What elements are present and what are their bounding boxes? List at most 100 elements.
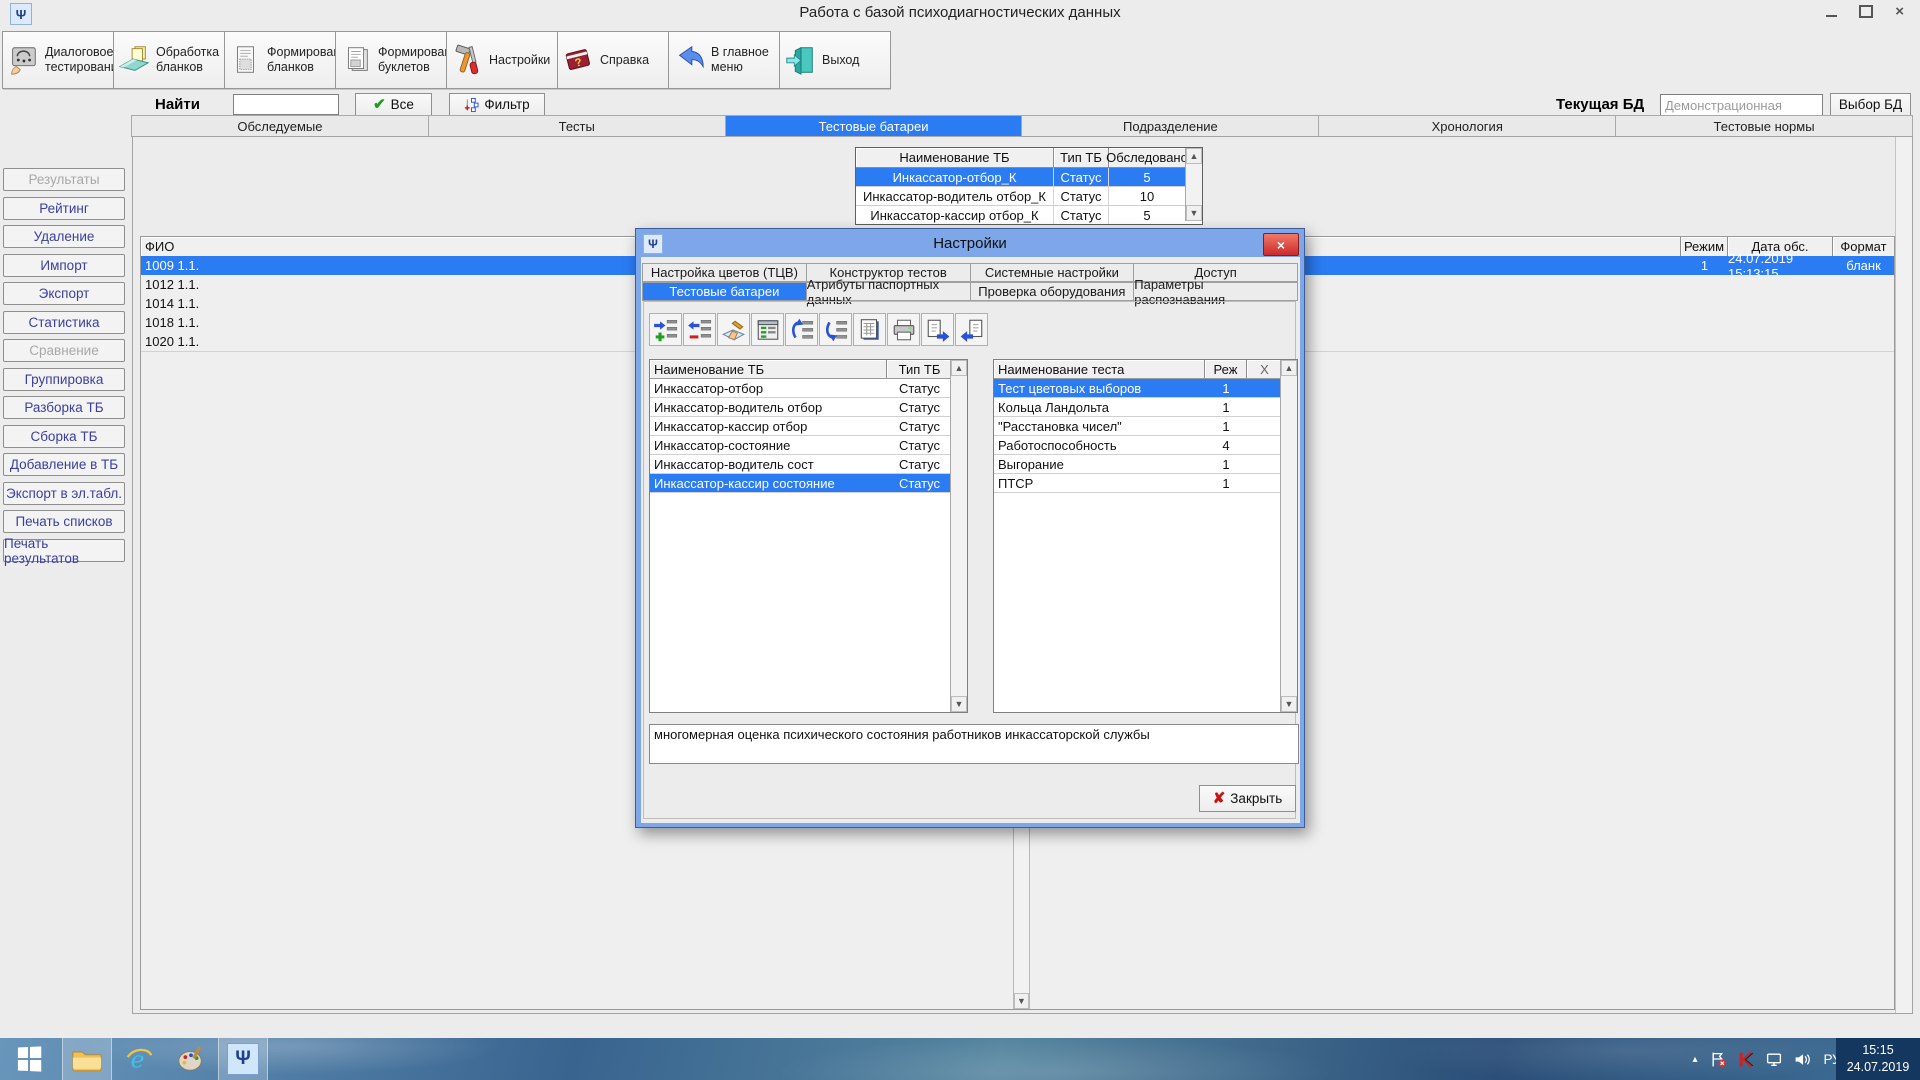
tab-test-batteries-settings[interactable]: Тестовые батареи: [642, 282, 807, 301]
tab-recognition-params[interactable]: Параметры распознавания: [1133, 282, 1298, 301]
batteries-list-scrollbar[interactable]: ▲ ▼: [950, 360, 967, 712]
list-item[interactable]: Инкассатор-состояниеСтатус: [650, 436, 967, 455]
list-item[interactable]: Инкассатор-водитель отборСтатус: [650, 398, 967, 417]
scroll-down-icon[interactable]: ▼: [1014, 993, 1029, 1009]
sidebar-item-export-spreadsheet[interactable]: Экспорт в эл.табл.: [3, 482, 125, 505]
help-button[interactable]: ? Справка: [557, 31, 669, 89]
sidebar-item-grouping[interactable]: Группировка: [3, 368, 125, 391]
list-item[interactable]: Тест цветовых выборов1: [994, 379, 1297, 398]
import-battery-button[interactable]: [955, 313, 988, 346]
close-settings-button[interactable]: ✘ Закрыть: [1199, 785, 1296, 812]
tab-chronology[interactable]: Хронология: [1318, 115, 1616, 137]
close-icon[interactable]: ×: [1895, 4, 1904, 19]
sidebar-item-import[interactable]: Импорт: [3, 254, 125, 277]
scroll-down-icon[interactable]: ▼: [951, 696, 967, 712]
move-up-button[interactable]: [785, 313, 818, 346]
tab-passport-attributes[interactable]: Атрибуты паспортных данных: [806, 282, 971, 301]
system-tray: ▴ РУС: [1686, 1038, 1858, 1080]
settings-dialog-title: Настройки: [933, 235, 1007, 252]
volume-icon[interactable]: [1788, 1051, 1816, 1068]
tab-tests[interactable]: Тесты: [428, 115, 726, 137]
sidebar-item-statistics[interactable]: Статистика: [3, 311, 125, 334]
exit-button[interactable]: Выход: [779, 31, 891, 89]
kaspersky-icon[interactable]: [1732, 1051, 1760, 1068]
edit-battery-button[interactable]: [717, 313, 750, 346]
sidebar-item-print-lists[interactable]: Печать списков: [3, 510, 125, 533]
tab-department[interactable]: Подразделение: [1021, 115, 1319, 137]
battery-summary-scrollbar[interactable]: ▲ ▼: [1185, 148, 1202, 221]
filter-button[interactable]: Фильтр: [449, 93, 545, 116]
taskbar-psychodiagnostics-app[interactable]: Ψ: [218, 1038, 268, 1080]
find-input[interactable]: [233, 94, 339, 115]
settings-dialog-titlebar[interactable]: Ψ Настройки ×: [636, 229, 1304, 257]
list-item[interactable]: Выгорание1: [994, 455, 1297, 474]
show-all-button[interactable]: ✔ Все: [355, 93, 432, 116]
tab-system-settings[interactable]: Системные настройки: [970, 263, 1135, 282]
list-item[interactable]: Инкассатор-водитель состСтатус: [650, 455, 967, 474]
battery-description: многомерная оценка психического состояни…: [649, 724, 1299, 764]
add-test-button[interactable]: [649, 313, 682, 346]
report-button[interactable]: [853, 313, 886, 346]
move-down-button[interactable]: [819, 313, 852, 346]
action-center-flag-icon[interactable]: [1704, 1051, 1732, 1068]
list-item[interactable]: Инкассатор-кассир отборСтатус: [650, 417, 967, 436]
sidebar-item-rating[interactable]: Рейтинг: [3, 197, 125, 220]
list-item[interactable]: Инкассатор-кассир состояниеСтатус: [650, 474, 967, 493]
settings-button[interactable]: Настройки: [446, 31, 558, 89]
sidebar-item-delete[interactable]: Удаление: [3, 225, 125, 248]
print-button[interactable]: [887, 313, 920, 346]
scroll-down-icon[interactable]: ▼: [1186, 205, 1202, 221]
export-battery-button[interactable]: [921, 313, 954, 346]
start-button[interactable]: [4, 1038, 54, 1080]
form-booklets-button[interactable]: Формирование буклетов: [335, 31, 447, 89]
tab-subjects[interactable]: Обследуемые: [131, 115, 429, 137]
table-row[interactable]: Инкассатор-кассир отбор_К Статус 5: [856, 206, 1185, 224]
battery-summary-table: Наименование ТБ Тип ТБ Обследовано Инкас…: [855, 147, 1203, 225]
remove-test-button[interactable]: [683, 313, 716, 346]
list-item[interactable]: Кольца Ландольта1: [994, 398, 1297, 417]
list-item[interactable]: "Расстановка чисел"1: [994, 417, 1297, 436]
sidebar-item-export[interactable]: Экспорт: [3, 282, 125, 305]
taskbar-internet-explorer[interactable]: e: [114, 1038, 164, 1080]
battery-toolbar: [649, 313, 989, 346]
table-row[interactable]: Инкассатор-отбор_К Статус 5: [856, 168, 1185, 187]
scroll-down-icon[interactable]: ▼: [1281, 696, 1297, 712]
window-titlebar[interactable]: Ψ Работа с базой психодиагностических да…: [0, 0, 1920, 26]
tab-test-batteries[interactable]: Тестовые батареи: [725, 115, 1023, 137]
form-blanks-button[interactable]: Формирование бланков: [224, 31, 336, 89]
maximize-icon[interactable]: [1859, 5, 1873, 18]
sidebar-item-results: Результаты: [3, 168, 125, 191]
battery-properties-button[interactable]: [751, 313, 784, 346]
list-item[interactable]: Инкассатор-отборСтатус: [650, 379, 967, 398]
choose-db-label: Выбор БД: [1839, 97, 1902, 112]
scroll-up-icon[interactable]: ▲: [951, 360, 967, 376]
choose-db-button[interactable]: Выбор БД: [1830, 93, 1911, 116]
sidebar-item-assemble-tb[interactable]: Сборка ТБ: [3, 425, 125, 448]
taskbar-clock[interactable]: 15:15 24.07.2019: [1836, 1038, 1920, 1080]
current-db-input[interactable]: [1660, 94, 1823, 116]
tab-equipment-check[interactable]: Проверка оборудования: [970, 282, 1135, 301]
table-row[interactable]: Инкассатор-водитель отбор_К Статус 10: [856, 187, 1185, 206]
sidebar-item-print-results[interactable]: Печать результатов: [3, 539, 125, 562]
list-item[interactable]: Работоспособность4: [994, 436, 1297, 455]
scroll-up-icon[interactable]: ▲: [1281, 360, 1297, 376]
main-menu-button[interactable]: В главное меню: [668, 31, 780, 89]
taskbar-file-explorer[interactable]: [62, 1038, 112, 1080]
hidden-icons-arrow[interactable]: ▴: [1686, 1054, 1704, 1065]
process-blanks-button[interactable]: Обработка бланков: [113, 31, 225, 89]
tab-test-norms[interactable]: Тестовые нормы: [1615, 115, 1913, 137]
dialog-testing-button[interactable]: Диалоговое тестирование: [2, 31, 114, 89]
dialog-close-button[interactable]: ×: [1263, 233, 1299, 256]
show-all-label: Все: [391, 97, 414, 112]
content-scrollbar[interactable]: [1895, 137, 1912, 1013]
scanner-icon: [117, 43, 151, 77]
scroll-up-icon[interactable]: ▲: [1186, 148, 1202, 164]
tab-color-settings[interactable]: Настройка цветов (ТЦВ): [642, 263, 807, 282]
sidebar-item-add-to-tb[interactable]: Добавление в ТБ: [3, 453, 125, 476]
list-item[interactable]: ПТСР1: [994, 474, 1297, 493]
network-icon[interactable]: [1760, 1051, 1788, 1068]
sidebar-item-disassemble-tb[interactable]: Разборка ТБ: [3, 396, 125, 419]
tests-list-scrollbar[interactable]: ▲ ▼: [1280, 360, 1297, 712]
minimize-icon[interactable]: [1826, 15, 1837, 17]
taskbar-paint[interactable]: [166, 1038, 216, 1080]
